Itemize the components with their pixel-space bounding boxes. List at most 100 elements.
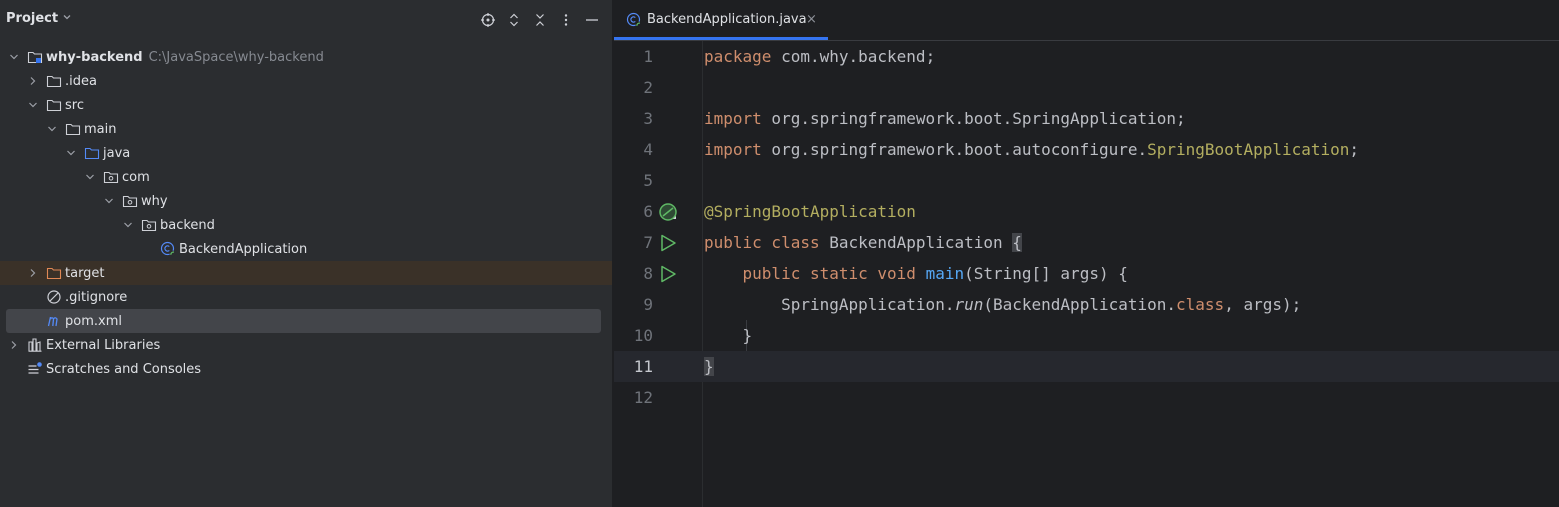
tree-node-why[interactable]: why [0, 189, 612, 213]
expand-all-icon[interactable] [506, 12, 522, 28]
spring-class-icon [626, 12, 642, 32]
code-text: com.why.backend; [771, 47, 936, 66]
line-number: 4 [643, 140, 653, 159]
line-number: 11 [633, 357, 653, 376]
tree-node-why-backend[interactable]: why-backend C:\JavaSpace\why-backend [0, 45, 612, 69]
tab-backend-application-java[interactable]: BackendApplication.java × [614, 0, 828, 40]
source-folder-icon [84, 145, 100, 161]
code-line-1[interactable]: 1 package com.why.backend; [614, 41, 1559, 72]
tree-node-backend[interactable]: backend [0, 213, 612, 237]
line-number: 3 [643, 109, 653, 128]
code-line-8[interactable]: 8 public static void main(String[] args)… [614, 258, 1559, 289]
run-icon[interactable] [658, 233, 678, 253]
chevron-down-icon[interactable] [103, 195, 115, 207]
line-number: 5 [643, 171, 653, 190]
line-number: 10 [633, 326, 653, 345]
tree-node-label: Scratches and Consoles [46, 361, 202, 377]
tree-node-label: why [141, 193, 168, 209]
tree-node-label: src [65, 97, 84, 113]
tree-node-com[interactable]: com [0, 165, 612, 189]
code-line-9[interactable]: 9 SpringApplication.run(BackendApplicati… [614, 289, 1559, 320]
tree-node-label: .idea [65, 73, 97, 89]
spring-class-icon [160, 241, 176, 257]
chevron-down-icon[interactable] [122, 219, 134, 231]
chevron-right-icon[interactable] [27, 267, 39, 279]
matched-brace: } [704, 357, 714, 376]
maven-icon [46, 313, 62, 329]
tree-node-label: target [65, 265, 105, 281]
keyword-token: public class [704, 233, 820, 252]
tree-node-external-libraries[interactable]: External Libraries [0, 333, 612, 357]
line-number: 1 [643, 47, 653, 66]
project-panel-header: Project [0, 0, 612, 40]
package-icon [122, 193, 138, 209]
folder-icon [46, 73, 62, 89]
line-number: 6 [643, 202, 653, 221]
chevron-down-icon[interactable] [65, 147, 77, 159]
chevron-down-icon[interactable] [27, 99, 39, 111]
run-icon[interactable] [658, 264, 678, 284]
chevron-down-icon[interactable] [8, 51, 20, 63]
code-line-2[interactable]: 2 [614, 72, 1559, 103]
collapse-all-icon[interactable] [532, 12, 548, 28]
tree-node-target[interactable]: target [0, 261, 612, 285]
code-line-6[interactable]: 6 @SpringBootApplication [614, 196, 1559, 227]
code-line-10[interactable]: 10 } [614, 320, 1559, 351]
minimize-icon[interactable] [584, 12, 600, 28]
keyword-token: class [1176, 295, 1225, 314]
tree-node-gitignore[interactable]: .gitignore [0, 285, 612, 309]
keyword-token: import [704, 109, 762, 128]
close-tab-icon[interactable]: × [806, 12, 817, 27]
tab-label: BackendApplication.java [647, 12, 807, 27]
code-line-3[interactable]: 3 import org.springframework.boot.Spring… [614, 103, 1559, 134]
tree-node-label: pom.xml [65, 313, 122, 329]
code-editor: BackendApplication.java × 1 package com.… [614, 0, 1559, 507]
chevron-down-icon[interactable] [84, 171, 96, 183]
tree-node-scratches[interactable]: Scratches and Consoles [0, 357, 612, 381]
annotation-token: SpringBootApplication [1147, 140, 1350, 159]
code-text: org.springframework.boot.SpringApplicati… [761, 109, 1186, 128]
method-name-token: main [925, 264, 965, 283]
chevron-down-icon[interactable] [46, 123, 58, 135]
keyword-token: public static void [742, 264, 916, 283]
code-lines: 1 package com.why.backend; 2 3 import or… [614, 41, 1559, 507]
keyword-token: package [704, 47, 772, 66]
tree-node-main[interactable]: main [0, 117, 612, 141]
matched-brace: { [1012, 233, 1022, 252]
project-view-selector[interactable]: Project [6, 11, 72, 26]
more-options-icon[interactable] [558, 12, 574, 28]
tree-node-label: java [103, 145, 131, 161]
line-number: 7 [643, 233, 653, 252]
code-text: , args); [1224, 295, 1302, 314]
project-panel: Project why-backend C:\JavaSpace\why-bac… [0, 0, 612, 507]
code-text: BackendApplication [819, 233, 1013, 252]
code-line-11[interactable]: 11 } [614, 351, 1559, 382]
code-line-7[interactable]: 7 public class BackendApplication { [614, 227, 1559, 258]
line-number: 2 [643, 78, 653, 97]
code-text: org.springframework.boot.autoconfigure. [761, 140, 1148, 159]
code-line-12[interactable]: 12 [614, 382, 1559, 413]
code-line-4[interactable]: 4 import org.springframework.boot.autoco… [614, 134, 1559, 165]
line-number: 9 [643, 295, 653, 314]
tree-node-backend-application[interactable]: BackendApplication [0, 237, 612, 261]
tree-node-label: External Libraries [46, 337, 161, 353]
folder-icon [65, 121, 81, 137]
tree-node-label: .gitignore [65, 289, 128, 305]
line-number: 12 [633, 388, 653, 407]
chevron-right-icon[interactable] [27, 75, 39, 87]
tree-node-src[interactable]: src [0, 93, 612, 117]
line-number: 8 [643, 264, 653, 283]
package-icon [141, 217, 157, 233]
excluded-folder-icon [46, 265, 62, 281]
tree-node-java[interactable]: java [0, 141, 612, 165]
tree-node-idea[interactable]: .idea [0, 69, 612, 93]
code-text: (BackendApplication. [983, 295, 1177, 314]
code-text: SpringApplication. [781, 295, 955, 314]
code-text: ; [1349, 140, 1360, 159]
locate-icon[interactable] [480, 12, 496, 28]
code-line-5[interactable]: 5 [614, 165, 1559, 196]
spring-bean-gutter-icon[interactable] [658, 202, 678, 222]
chevron-right-icon[interactable] [8, 339, 20, 351]
tree-node-pom-xml[interactable]: pom.xml [0, 309, 612, 333]
